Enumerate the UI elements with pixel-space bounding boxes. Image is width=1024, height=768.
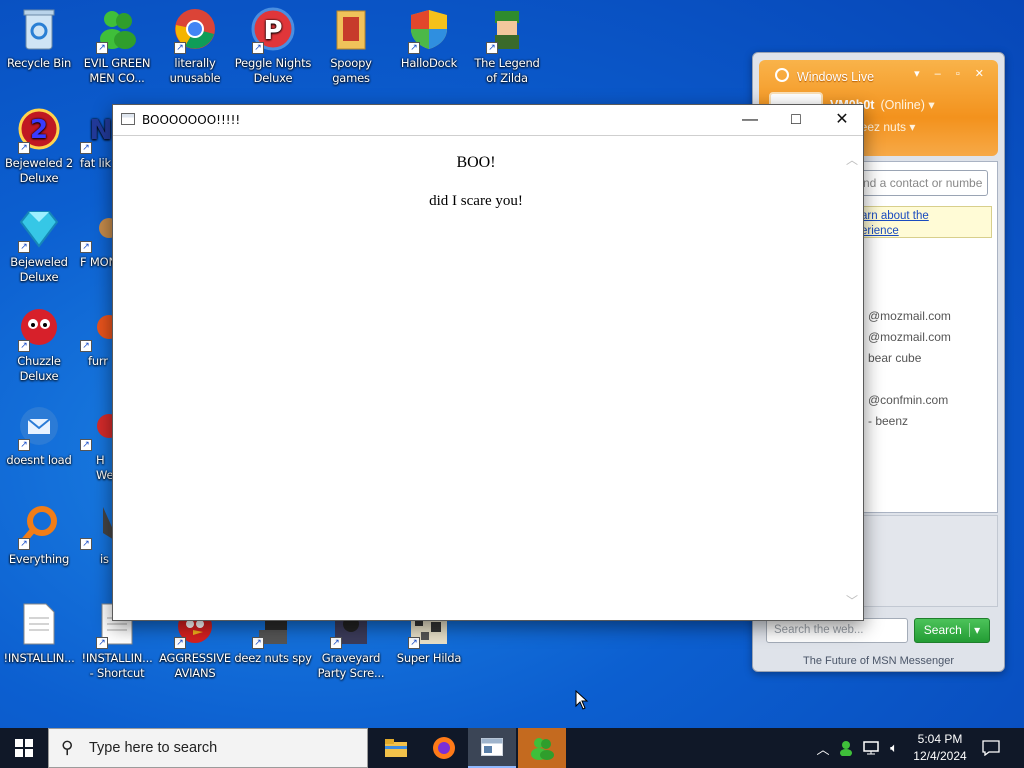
- desktop-icon-everything[interactable]: ↗ Everything: [0, 502, 78, 567]
- search-placeholder: Type here to search: [89, 740, 218, 756]
- desktop-icon-installing[interactable]: !INSTALLIN...: [0, 601, 78, 666]
- system-clock[interactable]: 5:04 PM 12/4/2024: [906, 731, 974, 765]
- desktop-icon-bejeweled[interactable]: ↗ Bejeweled Deluxe: [0, 205, 78, 285]
- thunderbird-icon: ↗: [16, 403, 62, 451]
- taskbar-boo-window[interactable]: [468, 728, 516, 768]
- minimize-button[interactable]: —: [727, 105, 773, 135]
- msn-logo-icon: [775, 68, 789, 82]
- msn-status[interactable]: (Online) ▾: [880, 98, 934, 112]
- icon-label: HalloDock: [400, 56, 458, 70]
- msn-title: Windows Live: [797, 70, 875, 84]
- svg-text:2: 2: [30, 115, 48, 145]
- peggle-icon: P ↗: [250, 6, 296, 54]
- shield-icon: ↗: [406, 6, 452, 54]
- windows-logo-icon: [15, 739, 33, 757]
- desktop-icon-literally-unusable[interactable]: ↗ literally unusable: [156, 6, 234, 86]
- document-icon: [16, 601, 62, 647]
- msn-promo-link[interactable]: arn about the erience: [856, 206, 992, 238]
- search-icon: ⚲: [61, 738, 74, 757]
- firefox-icon: [433, 737, 455, 759]
- icon-label: EVIL GREEN MEN CO...: [83, 56, 151, 85]
- icon-label: Bejeweled Deluxe: [10, 255, 68, 284]
- web-search-button[interactable]: Search ▾: [914, 618, 990, 643]
- icon-label: AGGRESSIVE AVIANS: [159, 651, 231, 680]
- folder-icon: [328, 6, 374, 52]
- icon-label: !INSTALLIN...: [3, 651, 75, 665]
- contact-item[interactable]: - beenz: [868, 411, 951, 432]
- app-window-icon: [121, 113, 135, 125]
- clock-time: 5:04 PM: [917, 732, 963, 746]
- recycle-bin-icon: [16, 6, 62, 52]
- icon-label: Super Hilda: [396, 651, 462, 665]
- icon-label: literally unusable: [169, 56, 221, 85]
- icon-label: !INSTALLIN... - Shortcut: [81, 651, 153, 680]
- close-button[interactable]: ✕: [819, 105, 865, 135]
- taskbar-firefox[interactable]: [420, 728, 468, 768]
- promo-line[interactable]: erience: [861, 224, 987, 239]
- scroll-up-icon[interactable]: ︿: [845, 151, 859, 167]
- folder-icon: [385, 739, 407, 757]
- mouse-cursor-icon: [575, 690, 589, 710]
- volume-icon[interactable]: 🔈︎: [884, 728, 904, 768]
- chuzzle-icon: ↗: [16, 304, 62, 352]
- icon-label: Everything: [8, 552, 70, 566]
- desktop-icon-bejeweled-2[interactable]: 2 ↗ Bejeweled 2 Deluxe: [0, 106, 78, 186]
- title-bar[interactable]: BOOOOOOO!!!!! — □ ✕: [113, 105, 863, 136]
- notifications-icon[interactable]: [980, 728, 1002, 768]
- diamond-icon: ↗: [16, 205, 62, 253]
- taskbar-msn-messenger[interactable]: [518, 728, 566, 768]
- chrome-icon: ↗: [172, 6, 218, 54]
- msn-window-controls[interactable]: ▾ – ▫ ✕: [914, 67, 990, 80]
- boo-window: BOOOOOOO!!!!! — □ ✕ BOO! did I scare you…: [112, 104, 864, 621]
- contact-item[interactable]: @confmin.com: [868, 390, 951, 411]
- msn-footer-text: The Future of MSN Messenger: [802, 655, 954, 667]
- tray-chevron-up-icon[interactable]: ︿: [814, 728, 832, 768]
- contact-list: @mozmail.com @mozmail.com bear cube @con…: [868, 306, 951, 432]
- desktop-icon-evil-green-men[interactable]: ↗ EVIL GREEN MEN CO...: [78, 6, 156, 86]
- desktop-icon-hallodock[interactable]: ↗ HalloDock: [390, 6, 468, 71]
- scare-message: did I scare you!: [429, 193, 523, 209]
- web-search-input[interactable]: Search the web...: [766, 618, 908, 643]
- icon-label: Spoopy games: [330, 56, 372, 85]
- window-title: BOOOOOOO!!!!!: [142, 113, 241, 127]
- icon-label: Peggle Nights Deluxe: [234, 56, 312, 85]
- contact-search-input[interactable]: nd a contact or numbe: [856, 170, 988, 196]
- network-icon[interactable]: [860, 728, 882, 768]
- icon-label: Chuzzle Deluxe: [17, 354, 61, 383]
- bejeweled2-icon: 2 ↗: [16, 106, 62, 154]
- search-icon: ↗: [16, 502, 62, 550]
- clock-date: 12/4/2024: [913, 749, 967, 763]
- taskbar-search-input[interactable]: ⚲ Type here to search: [48, 728, 368, 768]
- boo-heading: BOO!: [456, 154, 496, 171]
- contact-item[interactable]: @mozmail.com: [868, 306, 951, 327]
- icon-label: doesnt load: [6, 453, 72, 467]
- desktop-icon-recycle-bin[interactable]: Recycle Bin: [0, 6, 78, 71]
- icon-label: Graveyard Party Scre...: [317, 651, 385, 680]
- contact-item[interactable]: @mozmail.com: [868, 327, 951, 348]
- desktop-icon-legend-of-zilda[interactable]: ↗ The Legend of Zilda: [468, 6, 546, 86]
- promo-line[interactable]: arn about the: [861, 209, 987, 224]
- scroll-down-icon[interactable]: ﹀: [845, 592, 859, 608]
- desktop-icon-peggle[interactable]: P ↗ Peggle Nights Deluxe: [234, 6, 312, 86]
- maximize-button[interactable]: □: [773, 105, 819, 135]
- zilda-icon: ↗: [484, 6, 530, 54]
- desktop-icon-chuzzle[interactable]: ↗ Chuzzle Deluxe: [0, 304, 78, 384]
- icon-label: Recycle Bin: [6, 56, 72, 70]
- icon-label: deez nuts spy: [234, 651, 312, 665]
- desktop-icon-spoopy-games[interactable]: Spoopy games: [312, 6, 390, 86]
- icon-label: Bejeweled 2 Deluxe: [4, 156, 74, 185]
- start-button[interactable]: [0, 728, 48, 768]
- tray-msn-icon[interactable]: [836, 728, 856, 768]
- desktop-icon-doesnt-load[interactable]: ↗ doesnt load: [0, 403, 78, 468]
- taskbar: ⚲ Type here to search ︿ 🔈︎ 5:04 PM 12/4/…: [0, 728, 1024, 768]
- contact-item[interactable]: bear cube: [868, 348, 951, 369]
- green-men-icon: ↗: [94, 6, 140, 54]
- svg-text:P: P: [263, 16, 282, 46]
- app-window-icon: [481, 738, 503, 756]
- msn-buddy-icon: [531, 738, 554, 760]
- taskbar-file-explorer[interactable]: [372, 728, 420, 768]
- icon-label: The Legend of Zilda: [474, 56, 540, 85]
- svg-text:N: N: [89, 113, 112, 146]
- window-content: BOO! did I scare you! ︿ ﹀: [113, 137, 863, 620]
